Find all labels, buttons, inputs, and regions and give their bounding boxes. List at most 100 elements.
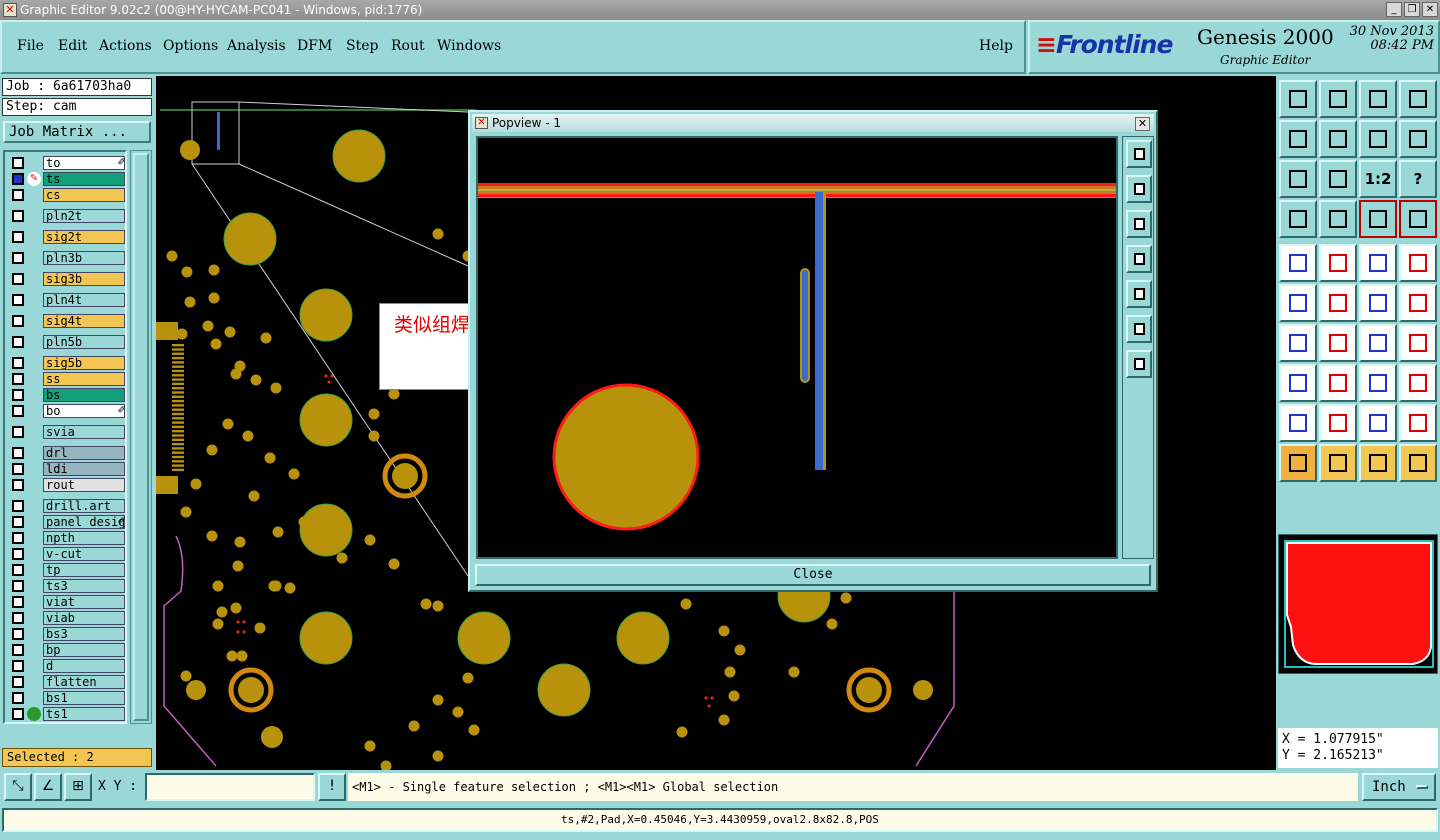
layer-display-checkbox[interactable]: [12, 252, 24, 264]
layer-row-sig5b[interactable]: sig5b: [9, 356, 129, 370]
close-window-icon[interactable]: ✕: [1422, 2, 1438, 17]
snap-button[interactable]: [1359, 200, 1397, 238]
layer-display-checkbox[interactable]: [12, 532, 24, 544]
arc-polygon-button[interactable]: [1359, 404, 1397, 442]
layer-display-checkbox[interactable]: [12, 405, 24, 417]
layer-display-checkbox[interactable]: [12, 660, 24, 672]
popview-tool-right[interactable]: [1126, 280, 1152, 308]
layer-row-rout[interactable]: rout: [9, 478, 129, 492]
circle-pad-button[interactable]: [1399, 244, 1437, 282]
select-net-button[interactable]: [1399, 444, 1437, 482]
layer-row-drl[interactable]: drl: [9, 446, 129, 460]
layer-row-ss[interactable]: ss: [9, 372, 129, 386]
layer-row-bs3[interactable]: bs3: [9, 627, 129, 641]
layer-row-sig3b[interactable]: sig3b: [9, 272, 129, 286]
layer-row-pln4t[interactable]: pln4t: [9, 293, 129, 307]
triangle-tool-button[interactable]: [1279, 404, 1317, 442]
layer-row-bp[interactable]: bp: [9, 643, 129, 657]
zoom-fit-button[interactable]: [1279, 160, 1317, 198]
layer-display-checkbox[interactable]: [12, 692, 24, 704]
layer-display-checkbox[interactable]: [12, 357, 24, 369]
layer-display-checkbox[interactable]: [12, 500, 24, 512]
menu-step[interactable]: Step: [346, 38, 378, 54]
delete-feature-button[interactable]: [1319, 284, 1357, 322]
layer-row-pln5b[interactable]: pln5b: [9, 335, 129, 349]
select-arrow-button[interactable]: [1279, 444, 1317, 482]
layer-row-pln2t[interactable]: pln2t: [9, 209, 129, 223]
query-button[interactable]: ?: [1399, 160, 1437, 198]
menu-dfm[interactable]: DFM: [297, 38, 332, 54]
layer-display-checkbox[interactable]: [12, 389, 24, 401]
layer-row-v-cut[interactable]: v-cut: [9, 547, 129, 561]
arc-button[interactable]: [1359, 324, 1397, 362]
layer-display-checkbox[interactable]: [12, 210, 24, 222]
layer-row-viat[interactable]: viat: [9, 595, 129, 609]
units-select[interactable]: Inch: [1362, 773, 1436, 801]
save-view-button[interactable]: [1319, 80, 1357, 118]
restore-icon[interactable]: ❐: [1404, 2, 1420, 17]
move-feature-button[interactable]: [1359, 284, 1397, 322]
home-view-button[interactable]: [1359, 80, 1397, 118]
layer-display-checkbox[interactable]: [12, 612, 24, 624]
scrollbar-thumb[interactable]: [133, 153, 149, 721]
layer-row-tp[interactable]: tp: [9, 563, 129, 577]
layer-row-ts3[interactable]: ts3: [9, 579, 129, 593]
layer-display-checkbox[interactable]: [12, 479, 24, 491]
dimension-button[interactable]: [1359, 364, 1397, 402]
layer-row-bo[interactable]: bo ✐: [9, 404, 129, 418]
fill-button[interactable]: [1399, 324, 1437, 362]
layer-display-checkbox[interactable]: [12, 708, 24, 720]
layer-display-checkbox[interactable]: [12, 548, 24, 560]
popview-tool-up[interactable]: [1126, 175, 1152, 203]
angle-mode-button[interactable]: ∠: [34, 773, 62, 801]
layer-row-cs[interactable]: cs: [9, 188, 129, 202]
layer-display-checkbox[interactable]: [12, 644, 24, 656]
popview-tool-left[interactable]: [1126, 245, 1152, 273]
job-matrix-button[interactable]: Job Matrix ...: [3, 121, 151, 143]
layer-row-ts[interactable]: ✎ ts: [9, 172, 129, 186]
board-minimap[interactable]: [1278, 534, 1438, 674]
group-button[interactable]: [1399, 364, 1437, 402]
layer-display-checkbox[interactable]: [12, 596, 24, 608]
menu-rout[interactable]: Rout: [391, 38, 425, 54]
popview-tool-fit[interactable]: [1126, 315, 1152, 343]
select-box-button[interactable]: [1319, 444, 1357, 482]
layer-display-checkbox[interactable]: [12, 628, 24, 640]
layer-display-checkbox[interactable]: [12, 463, 24, 475]
layer-display-checkbox[interactable]: [12, 564, 24, 576]
layout-button[interactable]: [1399, 80, 1437, 118]
zoom-center-button[interactable]: [1319, 160, 1357, 198]
menu-file[interactable]: File: [17, 38, 44, 54]
popview-tool-center[interactable]: [1126, 350, 1152, 378]
layer-display-checkbox[interactable]: [12, 426, 24, 438]
snap-alt-button[interactable]: [1399, 200, 1437, 238]
layer-display-checkbox[interactable]: [12, 294, 24, 306]
layer-row-panel_design[interactable]: panel_design ✐: [9, 515, 129, 529]
layer-display-checkbox[interactable]: [12, 231, 24, 243]
layer-row-bs[interactable]: bs: [9, 388, 129, 402]
minimize-icon[interactable]: _: [1386, 2, 1402, 17]
layer-row-bs1[interactable]: bs1: [9, 691, 129, 705]
redraw-button[interactable]: [1399, 120, 1437, 158]
menu-help[interactable]: Help: [979, 38, 1013, 54]
layer-display-checkbox[interactable]: [12, 516, 24, 528]
ruler-button[interactable]: [1359, 244, 1397, 282]
grid-mode-button[interactable]: ⊞: [64, 773, 92, 801]
layer-row-ts1[interactable]: ts1: [9, 707, 129, 721]
layer-display-checkbox[interactable]: [12, 447, 24, 459]
xy-input[interactable]: [145, 773, 315, 801]
layer-row-svia[interactable]: svia: [9, 425, 129, 439]
layer-row-to[interactable]: to ✐: [9, 156, 129, 170]
popview-tool-zoom[interactable]: [1126, 140, 1152, 168]
connect-nodes-button[interactable]: [1279, 284, 1317, 322]
layer-row-pln3b[interactable]: pln3b: [9, 251, 129, 265]
undo-view-button[interactable]: [1359, 120, 1397, 158]
angle-line-button[interactable]: [1279, 324, 1317, 362]
layer-display-checkbox[interactable]: [12, 336, 24, 348]
menu-options[interactable]: Options: [163, 38, 218, 54]
layer-row-d[interactable]: d: [9, 659, 129, 673]
layer-list-scrollbar[interactable]: [130, 150, 152, 724]
menu-edit[interactable]: Edit: [58, 38, 87, 54]
layer-display-checkbox[interactable]: [12, 173, 24, 185]
zoom-1to2-button[interactable]: 1:2: [1359, 160, 1397, 198]
